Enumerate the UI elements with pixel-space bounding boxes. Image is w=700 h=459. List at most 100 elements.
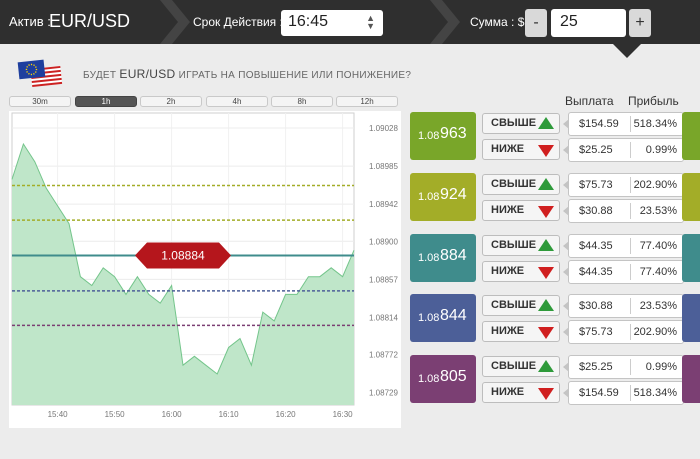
question-prefix: БУДЕТ bbox=[83, 70, 117, 81]
put-payout-box: $25.25 0.99% bbox=[563, 138, 684, 162]
call-button[interactable]: СВЫШЕ bbox=[482, 235, 560, 256]
asset-selector[interactable]: EUR/USD bbox=[49, 11, 130, 32]
tab-2h[interactable]: 2h bbox=[140, 96, 202, 107]
arrow-down-icon bbox=[538, 145, 554, 157]
call-label: СВЫШЕ bbox=[491, 117, 537, 129]
call-payout: $75.73 bbox=[579, 179, 613, 191]
y-tick-label: 1.08814 bbox=[369, 313, 398, 322]
tab-8h[interactable]: 8h bbox=[271, 96, 333, 107]
call-payout-box: $75.73 202.90% bbox=[563, 173, 684, 197]
call-payout: $25.25 bbox=[579, 361, 613, 373]
divider bbox=[630, 385, 631, 401]
call-payout-box: $25.25 0.99% bbox=[563, 355, 684, 379]
x-tick-label: 16:10 bbox=[219, 410, 240, 419]
arrow-up-icon bbox=[538, 178, 554, 190]
y-tick-label: 1.08985 bbox=[369, 162, 398, 171]
expiry-value: 16:45 bbox=[288, 13, 329, 30]
current-price-marker: 1.08884 bbox=[135, 242, 231, 269]
option-row: 1.08 963 СВЫШЕ НИЖЕ $154.59 518.34% $25.… bbox=[410, 112, 700, 168]
put-label: НИЖЕ bbox=[491, 265, 525, 277]
expiry-label: Срок Действия : bbox=[193, 15, 283, 29]
tab-1h[interactable]: 1h bbox=[75, 96, 137, 107]
call-payout: $154.59 bbox=[579, 118, 619, 130]
strike-price-digits: 844 bbox=[440, 307, 467, 324]
expiry-select[interactable]: 16:45 ▲ ▼ bbox=[281, 10, 383, 36]
x-tick-label: 15:40 bbox=[48, 410, 69, 419]
next-row-stub bbox=[682, 294, 700, 342]
eu-us-flag-icon bbox=[17, 59, 63, 87]
current-price-label: 1.08884 bbox=[161, 248, 205, 262]
call-profit: 518.34% bbox=[633, 118, 677, 130]
x-tick-label: 16:20 bbox=[276, 410, 297, 419]
put-profit: 202.90% bbox=[633, 326, 677, 338]
dropdown-pointer-icon bbox=[613, 44, 641, 58]
put-payout-box: $154.59 518.34% bbox=[563, 381, 684, 405]
put-button[interactable]: НИЖЕ bbox=[482, 139, 560, 160]
call-button[interactable]: СВЫШЕ bbox=[482, 113, 560, 134]
put-button[interactable]: НИЖЕ bbox=[482, 382, 560, 403]
top-bar: Актив : EUR/USD Срок Действия : 16:45 ▲ ▼… bbox=[0, 0, 700, 44]
option-row: 1.08 805 СВЫШЕ НИЖЕ $25.25 0.99% $154.59… bbox=[410, 355, 700, 411]
strike-price-digits: 924 bbox=[440, 186, 467, 203]
tab-4h[interactable]: 4h bbox=[206, 96, 268, 107]
next-row-stub bbox=[682, 112, 700, 160]
put-button[interactable]: НИЖЕ bbox=[482, 200, 560, 221]
call-payout: $30.88 bbox=[579, 300, 613, 312]
call-profit: 202.90% bbox=[633, 179, 677, 191]
arrow-down-icon bbox=[538, 327, 554, 339]
profit-header: Прибыль bbox=[628, 94, 679, 108]
next-row-stub bbox=[682, 173, 700, 221]
tab-30m[interactable]: 30m bbox=[9, 96, 71, 107]
amount-input[interactable]: 25 bbox=[551, 9, 626, 37]
y-tick-label: 1.08942 bbox=[369, 200, 398, 209]
y-tick-label: 1.08857 bbox=[369, 275, 398, 284]
asset-label: Актив : bbox=[9, 14, 51, 29]
call-button[interactable]: СВЫШЕ bbox=[482, 295, 560, 316]
divider bbox=[630, 324, 631, 340]
question-pair: EUR/USD bbox=[119, 67, 176, 81]
put-button[interactable]: НИЖЕ bbox=[482, 321, 560, 342]
increase-amount-button[interactable]: + bbox=[629, 9, 651, 37]
decrease-amount-button[interactable]: - bbox=[525, 9, 547, 37]
strike-price-prefix: 1.08 bbox=[418, 191, 440, 203]
call-button[interactable]: СВЫШЕ bbox=[482, 174, 560, 195]
put-label: НИЖЕ bbox=[491, 143, 525, 155]
strike-price-digits: 884 bbox=[440, 247, 467, 264]
divider bbox=[630, 264, 631, 280]
option-row: 1.08 884 СВЫШЕ НИЖЕ $44.35 77.40% $44.35… bbox=[410, 234, 700, 290]
call-payout-box: $30.88 23.53% bbox=[563, 294, 684, 318]
call-label: СВЫШЕ bbox=[491, 239, 537, 251]
put-button[interactable]: НИЖЕ bbox=[482, 261, 560, 282]
strike-price-box: 1.08 884 bbox=[410, 234, 476, 282]
put-profit: 77.40% bbox=[639, 266, 677, 278]
strike-price-box: 1.08 924 bbox=[410, 173, 476, 221]
x-tick-label: 16:30 bbox=[333, 410, 354, 419]
question-suffix: ИГРАТЬ НА ПОВЫШЕНИЕ ИЛИ ПОНИЖЕНИЕ? bbox=[178, 70, 412, 81]
put-payout: $30.88 bbox=[579, 205, 613, 217]
put-label: НИЖЕ bbox=[491, 386, 525, 398]
strike-price-prefix: 1.08 bbox=[418, 373, 440, 385]
price-chart: 1.09028 1.08985 1.08942 1.08900 1.08857 1.088… bbox=[9, 111, 401, 428]
strike-price-prefix: 1.08 bbox=[418, 252, 440, 264]
put-payout-box: $75.73 202.90% bbox=[563, 320, 684, 344]
option-row: 1.08 924 СВЫШЕ НИЖЕ $75.73 202.90% $30.8… bbox=[410, 173, 700, 229]
divider bbox=[630, 359, 631, 375]
put-payout-box: $30.88 23.53% bbox=[563, 199, 684, 223]
tab-12h[interactable]: 12h bbox=[336, 96, 398, 107]
next-row-stub bbox=[682, 234, 700, 282]
next-row-stub bbox=[682, 355, 700, 403]
strike-price-box: 1.08 805 bbox=[410, 355, 476, 403]
timeframe-tabs: 30m 1h 2h 4h 8h 12h bbox=[9, 96, 401, 107]
divider bbox=[630, 203, 631, 219]
call-payout-box: $154.59 518.34% bbox=[563, 112, 684, 136]
call-button[interactable]: СВЫШЕ bbox=[482, 356, 560, 377]
y-tick-label: 1.08900 bbox=[369, 237, 398, 246]
call-label: СВЫШЕ bbox=[491, 178, 537, 190]
option-row: 1.08 844 СВЫШЕ НИЖЕ $30.88 23.53% $75.73… bbox=[410, 294, 700, 350]
arrow-up-icon bbox=[538, 360, 554, 372]
segment-separator bbox=[160, 0, 190, 44]
arrow-up-icon bbox=[538, 239, 554, 251]
amount-label: Сумма : $ bbox=[470, 15, 525, 29]
arrow-up-icon bbox=[538, 299, 554, 311]
updown-caret-icon: ▲ ▼ bbox=[366, 13, 375, 31]
